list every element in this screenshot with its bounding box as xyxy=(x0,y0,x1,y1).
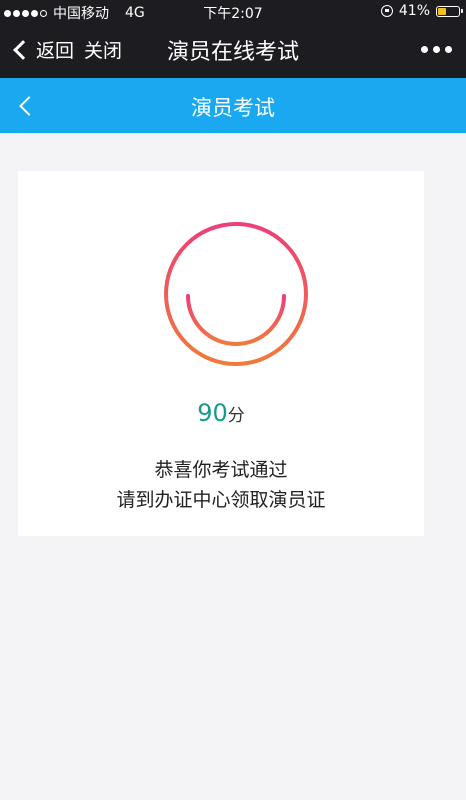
score-display: 90分 xyxy=(18,399,424,427)
back-button[interactable]: 返回 xyxy=(12,36,74,63)
battery-fill xyxy=(438,7,447,15)
app-title: 演员考试 xyxy=(191,96,275,120)
rotation-lock-icon xyxy=(380,5,393,17)
close-button[interactable]: 关闭 xyxy=(84,36,122,63)
result-card: 90分 恭喜你考试通过 请到办证中心领取演员证 xyxy=(18,171,424,536)
score-value: 90 xyxy=(197,399,228,427)
pass-message: 恭喜你考试通过 xyxy=(154,459,288,481)
back-label: 返回 xyxy=(36,40,75,62)
status-bar: 中国移动 4G 下午2:07 41% xyxy=(0,0,466,22)
app-back-button[interactable] xyxy=(12,91,40,119)
status-right: 41% xyxy=(380,3,463,19)
battery-percent: 41% xyxy=(398,3,430,19)
score-unit: 分 xyxy=(227,406,245,426)
pickup-instruction: 请到办证中心领取演员证 xyxy=(116,489,326,511)
more-dots-icon[interactable] xyxy=(421,46,452,53)
wechat-nav-bar: 返回 关闭 演员在线考试 xyxy=(0,22,466,78)
smiley-face-icon xyxy=(164,222,308,366)
chevron-left-icon xyxy=(13,39,33,60)
app-header: 演员考试 xyxy=(0,78,466,133)
battery-icon xyxy=(436,5,463,17)
